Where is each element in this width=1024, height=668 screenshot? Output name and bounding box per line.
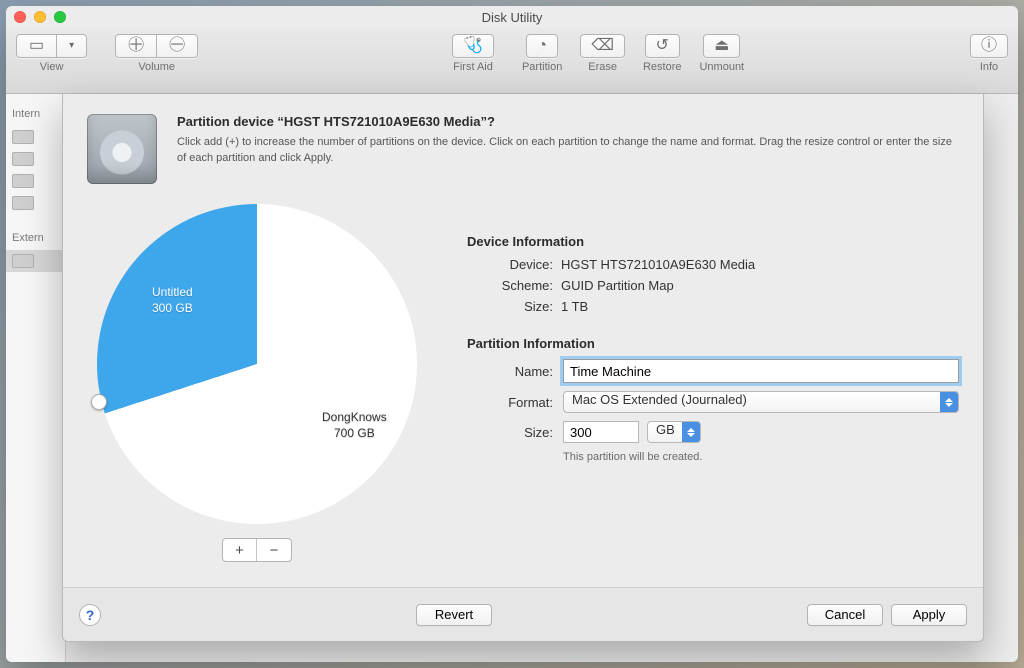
partition-pie[interactable]: Untitled 300 GB DongKnows 700 GB [97, 204, 417, 524]
device-info-heading: Device Information [467, 234, 959, 249]
titlebar: Disk Utility [6, 6, 1018, 28]
volume-add-icon[interactable]: ＋⃝ [116, 35, 157, 57]
info-column: Device Information Device: HGST HTS72101… [467, 204, 959, 587]
pie-label-size: 300 GB [152, 301, 193, 315]
partition-size-input[interactable] [563, 421, 639, 443]
size-value: 1 TB [561, 299, 959, 314]
sidebar-item-selected[interactable] [6, 250, 65, 272]
resize-handle[interactable] [91, 394, 107, 410]
sidebar-heading-external: Extern [6, 228, 65, 250]
eject-icon: ⏏ [714, 38, 729, 54]
chevron-updown-icon [682, 422, 700, 442]
drive-icon [12, 130, 34, 144]
partition-name-input[interactable] [563, 359, 959, 383]
info-icon: ⓘ [981, 38, 997, 54]
sheet-title: Partition device “HGST HTS721010A9E630 M… [177, 114, 959, 129]
toolbar-group-restore: ↺ Restore [643, 34, 682, 73]
toolbar-group-erase: ⌫ Erase [580, 34, 625, 73]
pie-label-name: DongKnows [322, 410, 387, 424]
volume-segmented[interactable]: ＋⃝ －⃝ [115, 34, 198, 58]
pie-icon: ◔ [537, 38, 547, 54]
toolbar-label-partition: Partition [522, 61, 562, 73]
pie-label-untitled: Untitled 300 GB [152, 284, 193, 316]
drive-icon [12, 254, 34, 268]
toolbar-label-view: View [40, 61, 64, 73]
toolbar-group-unmount: ⏏ Unmount [699, 34, 744, 73]
drive-icon [12, 174, 34, 188]
pie-label-name: Untitled [152, 285, 193, 299]
partition-hint: This partition will be created. [563, 451, 959, 463]
restore-icon: ↺ [656, 38, 669, 54]
add-remove-partition-buttons: + − [222, 538, 292, 562]
remove-partition-button[interactable]: − [257, 539, 291, 561]
toolbar-group-volume: ＋⃝ －⃝ Volume [115, 34, 198, 73]
stethoscope-icon: 🩺 [463, 38, 483, 54]
drive-icon [12, 152, 34, 166]
sidebar: Intern Extern [6, 94, 66, 662]
sidebar-item[interactable] [6, 170, 65, 192]
size-unit-select-wrap[interactable]: GB [647, 421, 701, 443]
view-dropdown-icon[interactable]: ▾ [57, 35, 86, 57]
erase-icon: ⌫ [591, 38, 614, 54]
help-button[interactable]: ? [79, 604, 101, 626]
device-label: Device: [467, 257, 553, 272]
sheet-subtitle: Click add (+) to increase the number of … [177, 135, 959, 167]
sidebar-item[interactable] [6, 148, 65, 170]
chevron-updown-icon [940, 392, 958, 412]
toolbar-label-erase: Erase [588, 61, 617, 73]
apply-button[interactable]: Apply [891, 604, 967, 626]
toolbar-group-partition: ◔ Partition [522, 34, 562, 73]
view-mode-icon[interactable]: ▭ [17, 35, 57, 57]
sidebar-item[interactable] [6, 126, 65, 148]
format-select[interactable]: Mac OS Extended (Journaled) [563, 391, 959, 413]
add-partition-button[interactable]: + [223, 539, 257, 561]
pie-label-size: 700 GB [334, 426, 375, 440]
sheet-header: Partition device “HGST HTS721010A9E630 M… [63, 94, 983, 194]
format-select-wrap[interactable]: Mac OS Extended (Journaled) [563, 391, 959, 413]
volume-remove-icon[interactable]: －⃝ [157, 35, 197, 57]
drive-icon [12, 196, 34, 210]
revert-button[interactable]: Revert [416, 604, 492, 626]
hard-drive-icon [87, 114, 157, 184]
toolbar-group-first-aid: 🩺 First Aid [452, 34, 494, 73]
format-label: Format: [467, 395, 553, 410]
disk-utility-window: Disk Utility ▭ ▾ View ＋⃝ －⃝ Volume 🩺 Fir… [6, 6, 1018, 662]
sheet-body: Untitled 300 GB DongKnows 700 GB + − [63, 194, 983, 587]
toolbar: ▭ ▾ View ＋⃝ －⃝ Volume 🩺 First Aid ◔ Part… [6, 28, 1018, 94]
partition-button[interactable]: ◔ [526, 34, 558, 58]
toolbar-label-volume: Volume [138, 61, 175, 73]
pie-label-dongknows: DongKnows 700 GB [322, 409, 387, 441]
psize-label: Size: [467, 425, 553, 440]
toolbar-label-restore: Restore [643, 61, 682, 73]
sidebar-item[interactable] [6, 192, 65, 214]
size-label: Size: [467, 299, 553, 314]
partition-sheet: Partition device “HGST HTS721010A9E630 M… [62, 94, 984, 642]
info-button[interactable]: ⓘ [970, 34, 1008, 58]
view-segmented[interactable]: ▭ ▾ [16, 34, 87, 58]
sheet-footer: ? Revert Cancel Apply [63, 587, 983, 641]
toolbar-label-first-aid: First Aid [453, 61, 493, 73]
toolbar-label-info: Info [980, 61, 998, 73]
content-area: Intern Extern Partition device “HGST HTS… [6, 94, 1018, 662]
restore-button[interactable]: ↺ [645, 34, 680, 58]
first-aid-button[interactable]: 🩺 [452, 34, 494, 58]
toolbar-group-info: ⓘ Info [970, 34, 1008, 73]
window-title: Disk Utility [6, 10, 1018, 25]
unmount-button[interactable]: ⏏ [703, 34, 740, 58]
partition-pie-slice [97, 204, 417, 524]
toolbar-group-view: ▭ ▾ View [16, 34, 87, 73]
scheme-value: GUID Partition Map [561, 278, 959, 293]
cancel-button[interactable]: Cancel [807, 604, 883, 626]
partition-info-heading: Partition Information [467, 336, 959, 351]
sidebar-heading-internal: Intern [6, 104, 65, 126]
erase-button[interactable]: ⌫ [580, 34, 625, 58]
scheme-label: Scheme: [467, 278, 553, 293]
toolbar-label-unmount: Unmount [699, 61, 744, 73]
partition-pie-wrap: Untitled 300 GB DongKnows 700 GB + − [87, 204, 427, 587]
device-value: HGST HTS721010A9E630 Media [561, 257, 959, 272]
name-label: Name: [467, 364, 553, 379]
